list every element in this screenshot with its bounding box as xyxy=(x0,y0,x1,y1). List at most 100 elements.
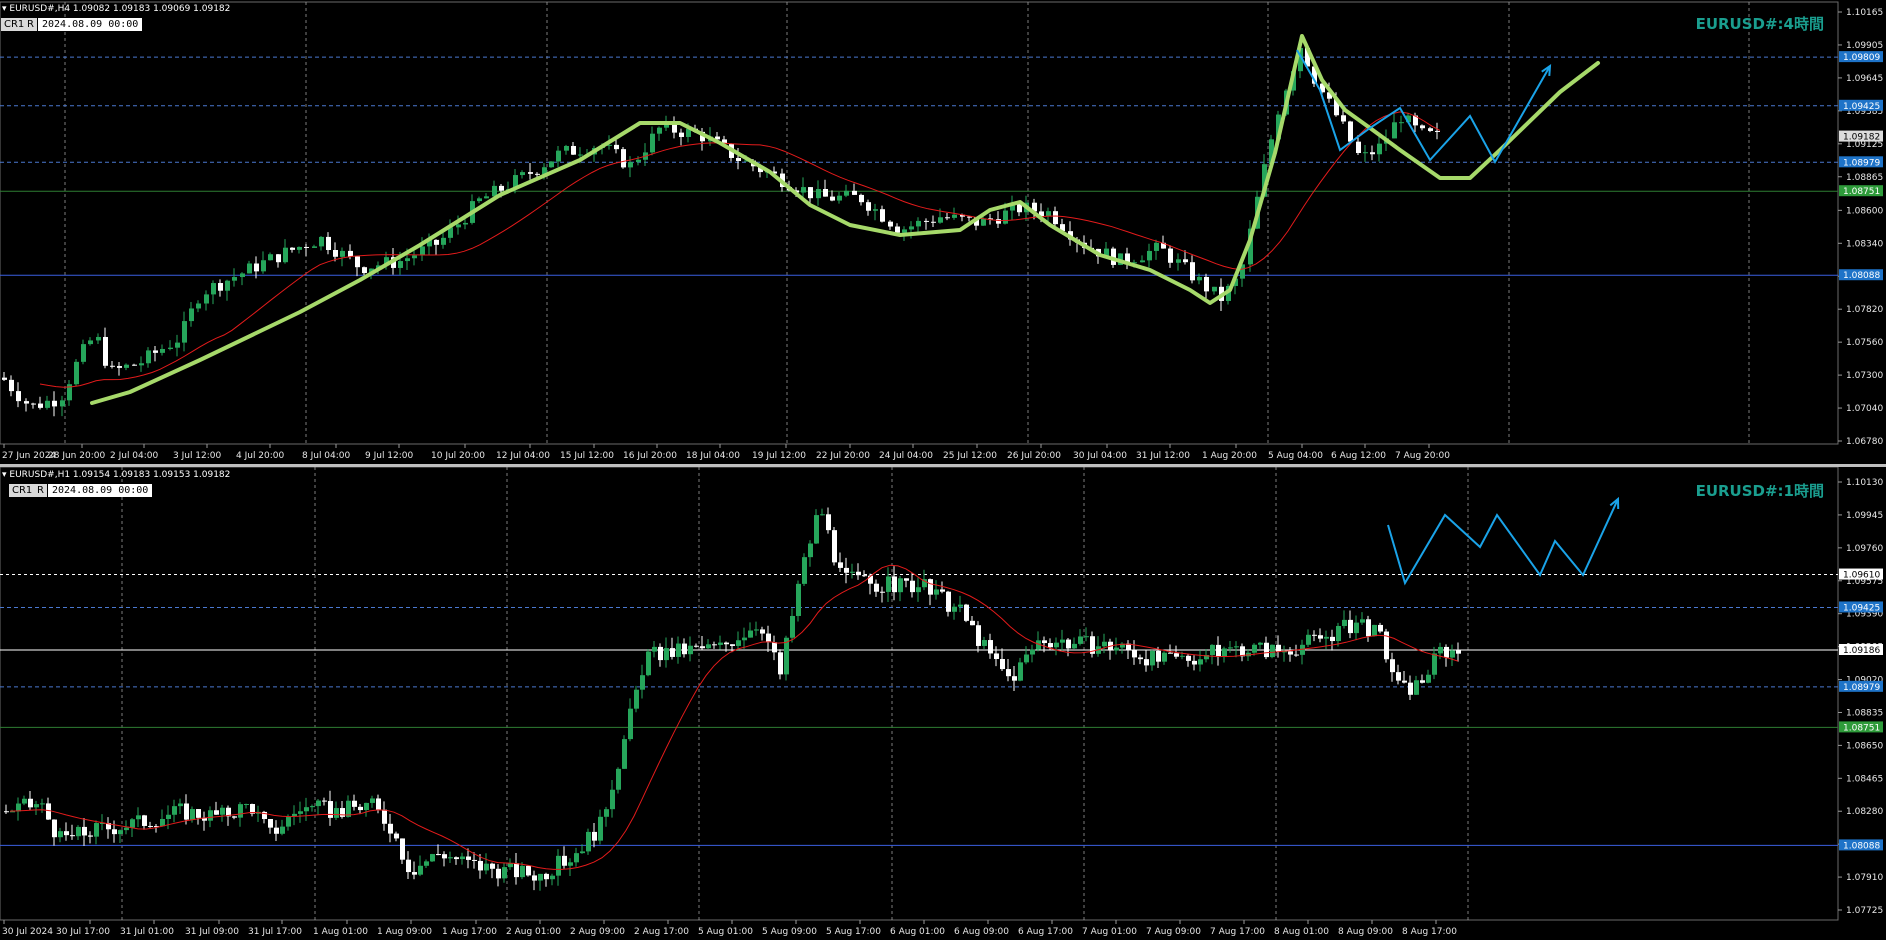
candle-body xyxy=(460,856,465,860)
candle-body xyxy=(1264,642,1269,658)
candle-body xyxy=(1138,657,1143,660)
h4-chart-canvas[interactable]: 1.101651.099051.096451.093851.091251.088… xyxy=(0,0,1886,466)
candle-body xyxy=(682,643,687,655)
candle-body xyxy=(724,642,729,645)
moving-average-line xyxy=(9,564,1459,870)
h4-ohlc-text: EURUSD#,H4 1.09082 1.09183 1.09069 1.091… xyxy=(9,4,231,14)
h1-chart-pane[interactable]: 1.101301.099451.097601.095751.093901.092… xyxy=(0,467,1886,940)
candle-body xyxy=(304,246,309,248)
candle-body xyxy=(895,226,900,233)
h4-r-badge[interactable]: R xyxy=(24,18,37,31)
candle-body xyxy=(1342,619,1347,626)
candle-body xyxy=(816,189,821,199)
candle-body xyxy=(110,365,115,367)
candle-body xyxy=(139,363,144,366)
h1-pane-title: EURUSD#:1時間 xyxy=(1695,482,1824,500)
candle-body xyxy=(1197,276,1202,281)
candle-body xyxy=(996,219,1001,224)
h1-date-box[interactable]: 2024.08.09 00:00 xyxy=(48,484,153,497)
candle-body xyxy=(1018,662,1023,681)
candle-body xyxy=(1348,619,1353,634)
candle-body xyxy=(790,615,795,638)
time-tick-label: 3 Jul 12:00 xyxy=(173,451,222,461)
candle-body xyxy=(801,187,806,193)
candle-body xyxy=(316,800,321,807)
candle-body xyxy=(370,798,375,803)
candle-body xyxy=(1132,649,1137,658)
h1-cr1-badge[interactable]: CR1 xyxy=(9,484,36,497)
candle-body xyxy=(124,364,129,368)
candle-body xyxy=(1324,636,1329,639)
candle-body xyxy=(802,557,807,584)
candle-body xyxy=(136,815,141,820)
candle-body xyxy=(1114,647,1119,651)
candle-body xyxy=(928,579,933,595)
candle-body xyxy=(1204,276,1209,292)
candle-body xyxy=(1162,652,1167,662)
candle-body xyxy=(82,826,87,836)
blue-forecast-path xyxy=(1387,498,1619,586)
candle-body xyxy=(610,789,615,810)
candle-body xyxy=(322,800,327,802)
candle-body xyxy=(873,209,878,211)
candle-body xyxy=(544,873,549,880)
candle-body xyxy=(688,645,693,655)
candle-body xyxy=(880,209,885,222)
candle-body xyxy=(382,809,387,824)
candle-body xyxy=(1003,210,1008,224)
dropdown-triangle-icon[interactable]: ▾ xyxy=(2,4,7,14)
time-tick-label: 31 Jul 01:00 xyxy=(120,927,174,937)
candle-body xyxy=(1288,651,1293,655)
price-badge-label: 1.08088 xyxy=(1843,841,1880,851)
candle-body xyxy=(364,802,369,811)
candle-body xyxy=(1168,652,1173,654)
h4-date-box[interactable]: 2024.08.09 00:00 xyxy=(38,18,143,31)
candle-body xyxy=(142,815,147,826)
candle-body xyxy=(772,642,777,653)
time-tick-label: 22 Jul 20:00 xyxy=(816,451,870,461)
candle-body xyxy=(232,816,237,818)
candle-body xyxy=(1084,636,1089,638)
candle-body xyxy=(240,273,245,278)
candle-body xyxy=(976,625,981,646)
candle-body xyxy=(146,350,151,364)
candle-body xyxy=(175,342,180,348)
candle-body xyxy=(46,803,51,820)
candle-body xyxy=(418,865,423,875)
candle-body xyxy=(679,132,684,137)
candle-body xyxy=(478,860,483,871)
candle-body xyxy=(1356,141,1361,154)
price-badge-label: 1.09809 xyxy=(1843,53,1880,63)
candle-body xyxy=(40,803,45,805)
candle-body xyxy=(286,816,291,827)
candle-body xyxy=(1150,650,1155,666)
time-tick-label: 5 Aug 09:00 xyxy=(762,927,817,937)
h1-chart-canvas[interactable]: 1.101301.099451.097601.095751.093901.092… xyxy=(0,467,1886,940)
candle-body xyxy=(424,861,429,866)
candle-body xyxy=(45,400,50,408)
h4-chart-pane[interactable]: 1.10165 1.09905 1.09645 1.09385 1.09125 1.088… xyxy=(0,0,1886,466)
h1-r-badge[interactable]: R xyxy=(34,484,47,497)
price-tick-label: 1.09760 xyxy=(1846,544,1883,554)
candle-body xyxy=(514,863,519,878)
candle-body xyxy=(261,260,266,272)
candle-body xyxy=(664,648,669,661)
candle-body xyxy=(499,185,504,191)
candle-body xyxy=(616,768,621,790)
dropdown-triangle-icon[interactable]: ▾ xyxy=(2,470,7,480)
candle-body xyxy=(22,798,27,804)
candle-body xyxy=(1156,650,1161,662)
price-badge-label: 1.09425 xyxy=(1843,102,1880,112)
candle-body xyxy=(564,145,569,151)
candle-body xyxy=(130,819,135,828)
candle-body xyxy=(832,530,837,563)
candle-body xyxy=(700,646,705,649)
candle-body xyxy=(352,800,357,807)
candle-body xyxy=(362,267,367,274)
time-tick-label: 24 Jul 04:00 xyxy=(879,451,933,461)
candle-body xyxy=(1192,660,1197,665)
price-badge-label: 1.08751 xyxy=(1843,723,1880,733)
candle-body xyxy=(88,340,93,345)
price-tick-label: 1.08340 xyxy=(1846,239,1883,249)
price-tick-label: 1.10165 xyxy=(1846,8,1883,18)
